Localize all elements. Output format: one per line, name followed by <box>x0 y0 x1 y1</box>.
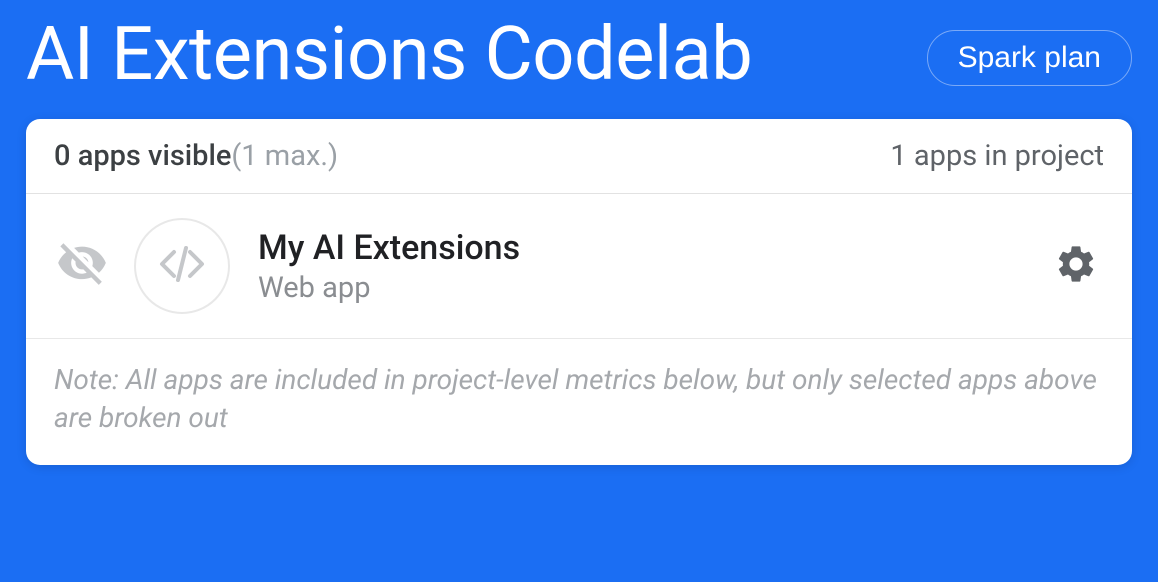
apps-card-header: 0 apps visible(1 max.) 1 apps in project <box>26 119 1132 194</box>
platform-badge <box>134 218 230 314</box>
app-platform-label: Web app <box>258 271 1048 305</box>
code-icon <box>158 240 206 292</box>
project-title: AI Extensions Codelab <box>26 14 752 95</box>
apps-visible-group: 0 apps visible(1 max.) <box>54 139 338 173</box>
plan-pill-button[interactable]: Spark plan <box>927 30 1132 86</box>
app-settings-button[interactable] <box>1048 238 1104 294</box>
gear-icon <box>1054 242 1098 290</box>
eye-off-icon <box>56 238 108 294</box>
apps-visible-max: (1 max.) <box>231 139 338 173</box>
apps-visible-count: 0 apps visible <box>54 139 231 173</box>
apps-in-project-count: 1 apps in project <box>890 139 1104 173</box>
app-text-block: My AI Extensions Web app <box>258 228 1048 305</box>
apps-card-note: Note: All apps are included in project-l… <box>26 339 1132 465</box>
app-name: My AI Extensions <box>258 228 1048 269</box>
apps-card: 0 apps visible(1 max.) 1 apps in project <box>26 119 1132 465</box>
app-row: My AI Extensions Web app <box>26 194 1132 339</box>
visibility-toggle[interactable] <box>54 238 110 294</box>
page-root: AI Extensions Codelab Spark plan 0 apps … <box>0 0 1158 465</box>
page-header: AI Extensions Codelab Spark plan <box>26 0 1132 119</box>
